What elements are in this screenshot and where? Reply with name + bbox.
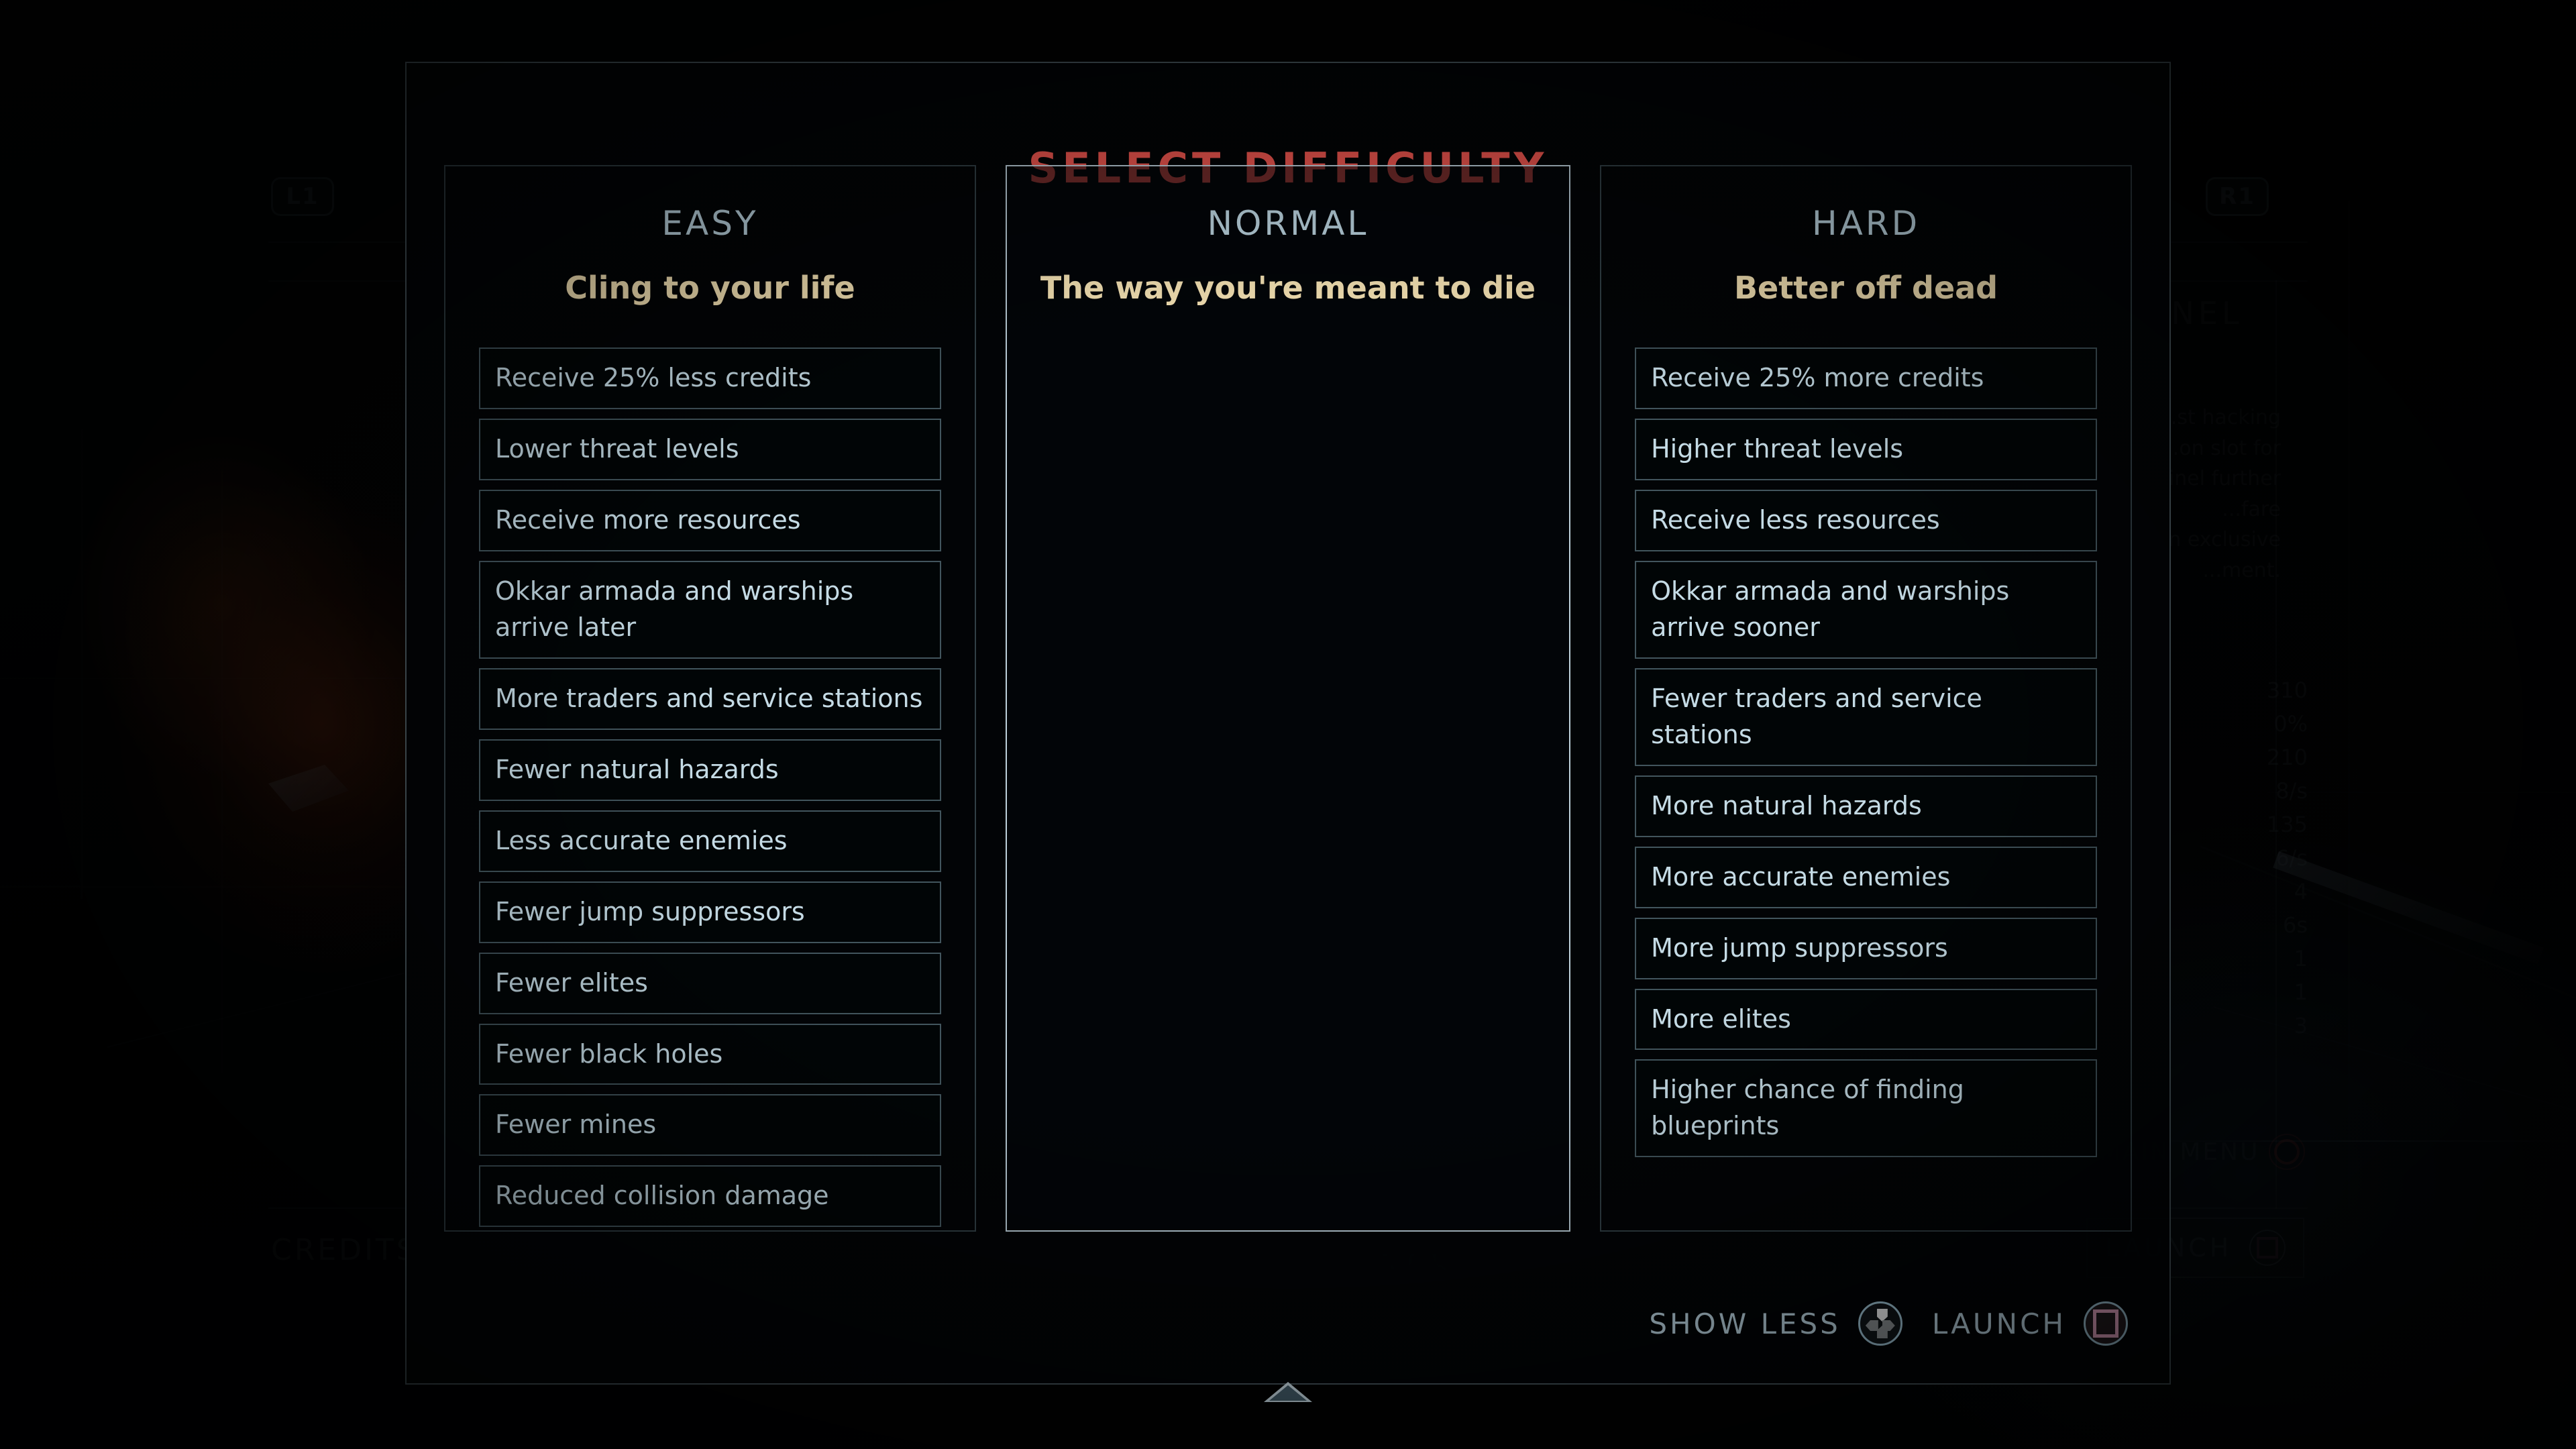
- game-screen: L1 R1 SHIPS SETUP PERKS STATS CODEX COLO…: [0, 0, 2576, 1449]
- screen-vignette: [0, 0, 2576, 1449]
